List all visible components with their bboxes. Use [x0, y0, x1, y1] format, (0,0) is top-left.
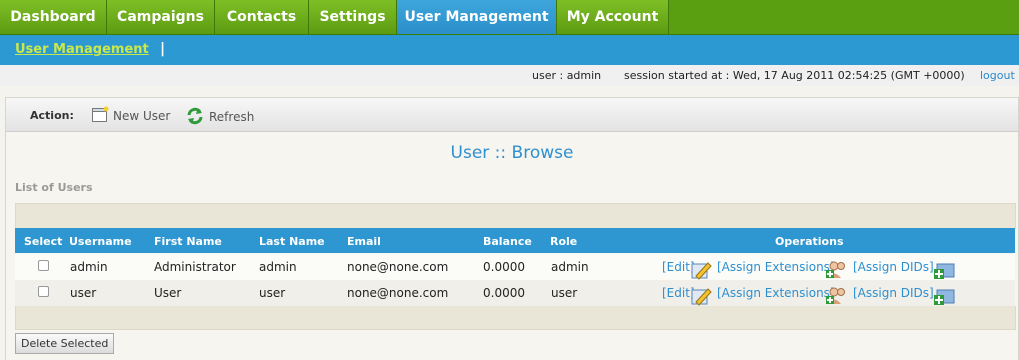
page-title: User :: Browse	[450, 143, 574, 163]
subnav-user-management-link[interactable]: User Management	[15, 42, 149, 57]
top-navigation: Dashboard Campaigns Contacts Settings Us…	[0, 0, 1019, 35]
session-user: user : admin	[532, 69, 602, 82]
cell-username: user	[70, 286, 97, 300]
refresh-label: Refresh	[209, 110, 255, 124]
cell-role: admin	[551, 260, 589, 274]
header-select: Select	[24, 235, 63, 248]
list-title: List of Users	[15, 181, 93, 194]
new-user-button[interactable]: New User	[91, 106, 170, 127]
header-role: Role	[550, 235, 578, 248]
action-bar: Action: New User Refresh	[6, 98, 1018, 132]
row-select-checkbox[interactable]	[38, 260, 49, 271]
sub-navigation: User Management |	[0, 35, 1019, 65]
header-last-name: Last Name	[259, 235, 325, 248]
assign-extensions-link[interactable]: [Assign Extensions]	[717, 286, 835, 300]
cell-email: none@none.com	[347, 286, 449, 300]
delete-selected-button[interactable]: Delete Selected	[15, 333, 115, 354]
subnav-separator: |	[160, 41, 166, 57]
cell-role: user	[551, 286, 578, 300]
tab-contacts[interactable]: Contacts	[215, 0, 309, 34]
cell-balance: 0.0000	[483, 260, 525, 274]
cell-balance: 0.0000	[483, 286, 525, 300]
table-footer	[15, 306, 1016, 330]
assign-dids-link[interactable]: [Assign DIDs]	[853, 286, 934, 300]
content-panel: Action: New User Refresh User :: Browse …	[5, 97, 1019, 360]
assign-extensions-link[interactable]: [Assign Extensions]	[717, 260, 835, 274]
cell-email: none@none.com	[347, 260, 449, 274]
table-row: admin Administrator admin none@none.com …	[15, 254, 1015, 280]
session-started: session started at : Wed, 17 Aug 2011 02…	[624, 69, 965, 82]
tab-dashboard[interactable]: Dashboard	[0, 0, 107, 34]
header-username: Username	[69, 235, 132, 248]
header-email: Email	[347, 235, 381, 248]
row-select-checkbox[interactable]	[38, 286, 49, 297]
new-user-label: New User	[113, 109, 171, 123]
new-document-icon	[91, 106, 109, 127]
logout-link[interactable]: logout	[980, 69, 1015, 82]
table-row: user User user none@none.com 0.0000 user…	[15, 280, 1015, 306]
table-header: Select Username First Name Last Name Ema…	[15, 228, 1015, 253]
tab-settings[interactable]: Settings	[309, 0, 397, 34]
cell-first-name: User	[154, 286, 182, 300]
cell-username: admin	[70, 260, 108, 274]
table-top-bar	[15, 203, 1016, 229]
cell-last-name: user	[259, 286, 286, 300]
cell-first-name: Administrator	[154, 260, 236, 274]
tab-user-management[interactable]: User Management	[397, 0, 557, 34]
assign-dids-link[interactable]: [Assign DIDs]	[853, 260, 934, 274]
refresh-arrows-icon	[185, 106, 205, 129]
refresh-button[interactable]: Refresh	[185, 106, 254, 129]
header-operations: Operations	[775, 235, 844, 248]
tab-campaigns[interactable]: Campaigns	[107, 0, 215, 34]
cell-last-name: admin	[259, 260, 297, 274]
action-label: Action:	[30, 109, 74, 122]
tab-my-account[interactable]: My Account	[557, 0, 669, 34]
header-first-name: First Name	[154, 235, 222, 248]
session-bar: user : admin session started at : Wed, 1…	[0, 65, 1019, 86]
header-balance: Balance	[483, 235, 532, 248]
